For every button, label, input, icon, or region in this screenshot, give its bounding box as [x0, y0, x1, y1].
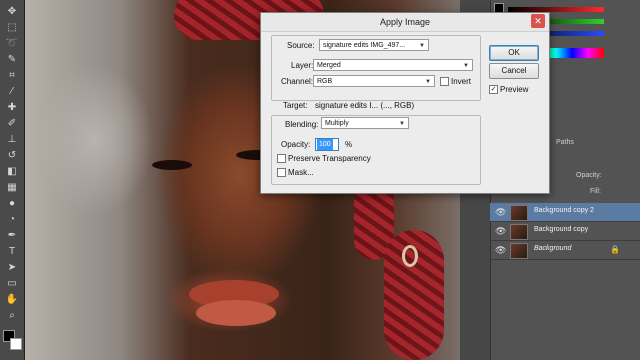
shape-tool-icon[interactable]: ▭ [4, 276, 20, 292]
preview-label: Preview [500, 85, 529, 94]
tools-panel: ✥ ⬚ ➰ ✎ ⌗ ⁄ ✚ ✐ ⊥ ↺ ◧ ▦ ● ◔ ✒ T ➤ ▭ ✋ ⌕ [0, 0, 25, 360]
visibility-eye-icon[interactable]: 👁 [495, 245, 506, 255]
path-select-tool-icon[interactable]: ➤ [4, 260, 20, 276]
target-value: signature edits I... (..., RGB) [315, 101, 415, 110]
source-label: Source: [287, 41, 315, 50]
opacity-unit: % [345, 140, 353, 149]
blur-tool-icon[interactable]: ● [4, 196, 20, 212]
layer-name: Background [534, 245, 572, 252]
dialog-title: Apply Image [261, 13, 549, 32]
marquee-tool-icon[interactable]: ⬚ [4, 20, 20, 36]
zoom-tool-icon[interactable]: ⌕ [4, 308, 20, 324]
chevron-down-icon: ▼ [399, 121, 405, 127]
visibility-eye-icon[interactable]: 👁 [495, 207, 506, 217]
mask-checkbox[interactable] [277, 168, 286, 177]
close-icon[interactable]: ✕ [531, 14, 545, 28]
dodge-tool-icon[interactable]: ◔ [4, 212, 20, 228]
crop-tool-icon[interactable]: ⌗ [4, 68, 20, 84]
blending-label: Blending: [285, 120, 319, 129]
paths-tab[interactable]: Paths [556, 139, 574, 146]
background-color-swatch[interactable] [10, 338, 22, 350]
stamp-tool-icon[interactable]: ⊥ [4, 132, 20, 148]
ok-button[interactable]: OK [489, 45, 539, 61]
gradient-tool-icon[interactable]: ▦ [4, 180, 20, 196]
layer-thumbnail [510, 205, 528, 221]
layer-name: Background copy [534, 226, 589, 233]
eraser-tool-icon[interactable]: ◧ [4, 164, 20, 180]
layer-row[interactable]: 👁 Background copy 2 [490, 203, 640, 222]
opacity-label: Opacity: [281, 140, 311, 149]
type-tool-icon[interactable]: T [4, 244, 20, 260]
layer-row[interactable]: 👁 Background 🔒 [490, 241, 640, 260]
move-tool-icon[interactable]: ✥ [4, 4, 20, 20]
lock-icon: 🔒 [610, 245, 620, 254]
apply-image-dialog: Apply Image ✕ Source: signature edits IM… [260, 12, 550, 194]
layer-select[interactable]: Merged ▼ [313, 59, 473, 71]
visibility-eye-icon[interactable]: 👁 [495, 226, 506, 236]
eyedropper-tool-icon[interactable]: ⁄ [4, 84, 20, 100]
pen-tool-icon[interactable]: ✒ [4, 228, 20, 244]
chevron-down-icon: ▼ [419, 43, 425, 49]
left-eye [152, 160, 192, 170]
chevron-down-icon: ▼ [463, 63, 469, 69]
channel-select[interactable]: RGB ▼ [313, 75, 435, 87]
source-value: signature edits IMG_497... [323, 42, 406, 49]
blending-select[interactable]: Multiply ▼ [321, 117, 409, 129]
layer-name: Background copy 2 [534, 207, 594, 214]
opacity-value: 100 [317, 139, 333, 150]
earring [402, 245, 418, 267]
quick-select-tool-icon[interactable]: ✎ [4, 52, 20, 68]
cancel-button[interactable]: Cancel [489, 63, 539, 79]
opacity-input[interactable]: 100 [315, 138, 339, 151]
blending-value: Multiply [325, 120, 349, 127]
layer-thumbnail [510, 224, 528, 240]
layer-opacity-label: Opacity: [576, 172, 602, 179]
layer-thumbnail [510, 243, 528, 259]
brush-tool-icon[interactable]: ✐ [4, 116, 20, 132]
hand-tool-icon[interactable]: ✋ [4, 292, 20, 308]
layer-fill-label: Fill: [590, 188, 601, 195]
layer-value: Merged [317, 62, 341, 69]
invert-label: Invert [451, 77, 472, 86]
channel-label: Channel: [281, 77, 314, 86]
history-brush-icon[interactable]: ↺ [4, 148, 20, 164]
layer-label: Layer: [291, 61, 314, 70]
chevron-down-icon: ▼ [425, 79, 431, 85]
mask-label: Mask... [288, 168, 314, 177]
lasso-tool-icon[interactable]: ➰ [4, 36, 20, 52]
source-select[interactable]: signature edits IMG_497... ▼ [319, 39, 429, 51]
preserve-transparency-checkbox[interactable] [277, 154, 286, 163]
healing-tool-icon[interactable]: ✚ [4, 100, 20, 116]
invert-checkbox[interactable] [440, 77, 449, 86]
channel-value: RGB [317, 78, 333, 85]
target-label: Target: [283, 101, 308, 110]
layer-row[interactable]: 👁 Background copy [490, 222, 640, 241]
preserve-transparency-label: Preserve Transparency [288, 154, 371, 163]
lower-lip [196, 300, 276, 326]
preview-checkbox[interactable]: ✓ [489, 85, 498, 94]
